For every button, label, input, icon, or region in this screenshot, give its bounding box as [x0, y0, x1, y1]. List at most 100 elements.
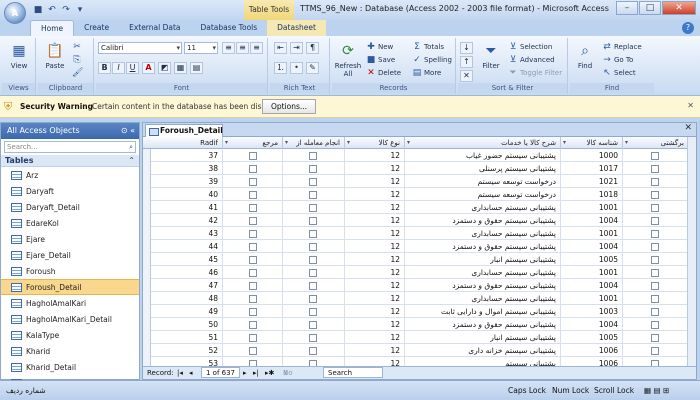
- row-selector[interactable]: [143, 266, 151, 279]
- copy-button[interactable]: ⎘: [72, 55, 82, 65]
- marja-checkbox[interactable]: [249, 282, 257, 290]
- anjam-checkbox[interactable]: [309, 178, 317, 186]
- anjam-checkbox[interactable]: [309, 152, 317, 160]
- table-row[interactable]: 48 12 پشتیبانی سیستم حسابداری 1001: [143, 292, 696, 305]
- align-right-button[interactable]: ≡: [250, 42, 263, 54]
- nav-item-table[interactable]: Daryaft_Detail: [1, 199, 139, 215]
- bargashti-checkbox[interactable]: [651, 230, 659, 238]
- cell-radif[interactable]: 49: [151, 305, 223, 318]
- table-row[interactable]: 43 12 پشتیبانی سیستم حسابداری 1001: [143, 227, 696, 240]
- cell-noe-kala[interactable]: 12: [345, 188, 405, 201]
- cell-noe-kala[interactable]: 12: [345, 214, 405, 227]
- tab-foroush-detail[interactable]: Foroush_Detail: [145, 124, 223, 137]
- cell-sharh[interactable]: پشتیبانی سیستم حضور غیاب: [405, 149, 561, 162]
- bargashti-checkbox[interactable]: [651, 204, 659, 212]
- close-button[interactable]: ✕: [662, 1, 696, 15]
- cell-noe-kala[interactable]: 12: [345, 162, 405, 175]
- close-document-icon[interactable]: ✕: [684, 123, 692, 133]
- cell-noe-kala[interactable]: 12: [345, 149, 405, 162]
- clear-sort-icon[interactable]: ✕: [460, 70, 473, 82]
- col-header-radif[interactable]: Radif: [143, 137, 223, 149]
- anjam-checkbox[interactable]: [309, 321, 317, 329]
- cell-radif[interactable]: 51: [151, 331, 223, 344]
- cell-radif[interactable]: 40: [151, 188, 223, 201]
- bargashti-checkbox[interactable]: [651, 217, 659, 225]
- bargashti-checkbox[interactable]: [651, 243, 659, 251]
- cell-noe-kala[interactable]: 12: [345, 279, 405, 292]
- cell-noe-kala[interactable]: 12: [345, 253, 405, 266]
- nav-item-table[interactable]: Foroush_Detail: [1, 279, 139, 295]
- marja-checkbox[interactable]: [249, 295, 257, 303]
- cell-radif[interactable]: 37: [151, 149, 223, 162]
- cell-noe-kala[interactable]: 12: [345, 305, 405, 318]
- cell-radif[interactable]: 42: [151, 214, 223, 227]
- bargashti-checkbox[interactable]: [651, 191, 659, 199]
- bargashti-checkbox[interactable]: [651, 295, 659, 303]
- align-left-button[interactable]: ≡: [222, 42, 235, 54]
- cell-noe-kala[interactable]: 12: [345, 318, 405, 331]
- cell-shenase[interactable]: 1004: [561, 240, 623, 253]
- tab-home[interactable]: Home: [30, 20, 75, 36]
- marja-checkbox[interactable]: [249, 165, 257, 173]
- cell-shenase[interactable]: 1018: [561, 188, 623, 201]
- table-row[interactable]: 42 12 پشتیبانی سیستم حقوق و دستمزد 1004: [143, 214, 696, 227]
- record-position[interactable]: 1 of 637: [201, 367, 241, 378]
- table-row[interactable]: 49 12 پشتیبانی سیستم اموال و دارایی ثابت 10…: [143, 305, 696, 318]
- cell-radif[interactable]: 39: [151, 175, 223, 188]
- anjam-checkbox[interactable]: [309, 191, 317, 199]
- security-options-button[interactable]: Options...: [262, 99, 316, 114]
- nav-item-table[interactable]: Arz: [1, 167, 139, 183]
- search-icon[interactable]: ⌕: [129, 142, 133, 152]
- anjam-checkbox[interactable]: [309, 295, 317, 303]
- cell-shenase[interactable]: 1003: [561, 305, 623, 318]
- bargashti-checkbox[interactable]: [651, 282, 659, 290]
- increase-indent-icon[interactable]: ⇥: [290, 42, 303, 54]
- table-row[interactable]: 37 12 پشتیبانی سیستم حضور غیاب 1000: [143, 149, 696, 162]
- anjam-checkbox[interactable]: [309, 243, 317, 251]
- tab-create[interactable]: Create: [74, 20, 119, 36]
- marja-checkbox[interactable]: [249, 347, 257, 355]
- prev-record-icon[interactable]: ◂: [189, 367, 193, 379]
- bargashti-checkbox[interactable]: [651, 165, 659, 173]
- marja-checkbox[interactable]: [249, 308, 257, 316]
- bargashti-checkbox[interactable]: [651, 256, 659, 264]
- save-icon[interactable]: ■: [32, 4, 44, 16]
- font-name-combo[interactable]: Calibri: [98, 42, 182, 54]
- sort-ascending-icon[interactable]: ↓: [460, 42, 473, 54]
- table-row[interactable]: 38 12 پشتیبانی سیستم پرسنلی 1017: [143, 162, 696, 175]
- anjam-checkbox[interactable]: [309, 308, 317, 316]
- cell-shenase[interactable]: 1021: [561, 175, 623, 188]
- nav-item-table[interactable]: Foroush: [1, 263, 139, 279]
- gridlines-icon[interactable]: ▦: [174, 62, 187, 74]
- cell-shenase[interactable]: 1001: [561, 227, 623, 240]
- cell-sharh[interactable]: پشتیبانی سیستم حسابداری: [405, 292, 561, 305]
- col-header-sharh[interactable]: ▾ شرح کالا یا خدمات: [405, 137, 561, 149]
- row-selector[interactable]: [143, 318, 151, 331]
- cell-sharh[interactable]: پشتیبانی سیستم حقوق و دستمزد: [405, 279, 561, 292]
- marja-checkbox[interactable]: [249, 178, 257, 186]
- row-selector[interactable]: [143, 201, 151, 214]
- chevron-up-icon[interactable]: ⌃: [128, 155, 135, 167]
- marja-checkbox[interactable]: [249, 321, 257, 329]
- vertical-scrollbar[interactable]: [687, 137, 696, 367]
- align-center-button[interactable]: ≡: [236, 42, 249, 54]
- nav-item-table[interactable]: Daryaft: [1, 183, 139, 199]
- cell-radif[interactable]: 50: [151, 318, 223, 331]
- cell-noe-kala[interactable]: 12: [345, 175, 405, 188]
- format-painter-button[interactable]: 🖌: [72, 68, 83, 78]
- sort-descending-icon[interactable]: ↑: [460, 56, 473, 68]
- bullets-icon[interactable]: •: [290, 62, 303, 74]
- first-record-icon[interactable]: |◂: [177, 367, 183, 379]
- marja-checkbox[interactable]: [249, 191, 257, 199]
- bold-button[interactable]: B: [98, 62, 111, 74]
- font-size-combo[interactable]: 11: [184, 42, 218, 54]
- bargashti-checkbox[interactable]: [651, 152, 659, 160]
- cell-shenase[interactable]: 1006: [561, 344, 623, 357]
- col-header-bargashti[interactable]: ▾ برگشتی: [623, 137, 689, 149]
- record-search-input[interactable]: Search: [323, 367, 383, 378]
- advanced-button[interactable]: ⊻ Advanced: [508, 55, 555, 65]
- row-selector[interactable]: [143, 149, 151, 162]
- cell-radif[interactable]: 41: [151, 201, 223, 214]
- find-button[interactable]: ⌕ Find: [572, 42, 598, 70]
- marja-checkbox[interactable]: [249, 243, 257, 251]
